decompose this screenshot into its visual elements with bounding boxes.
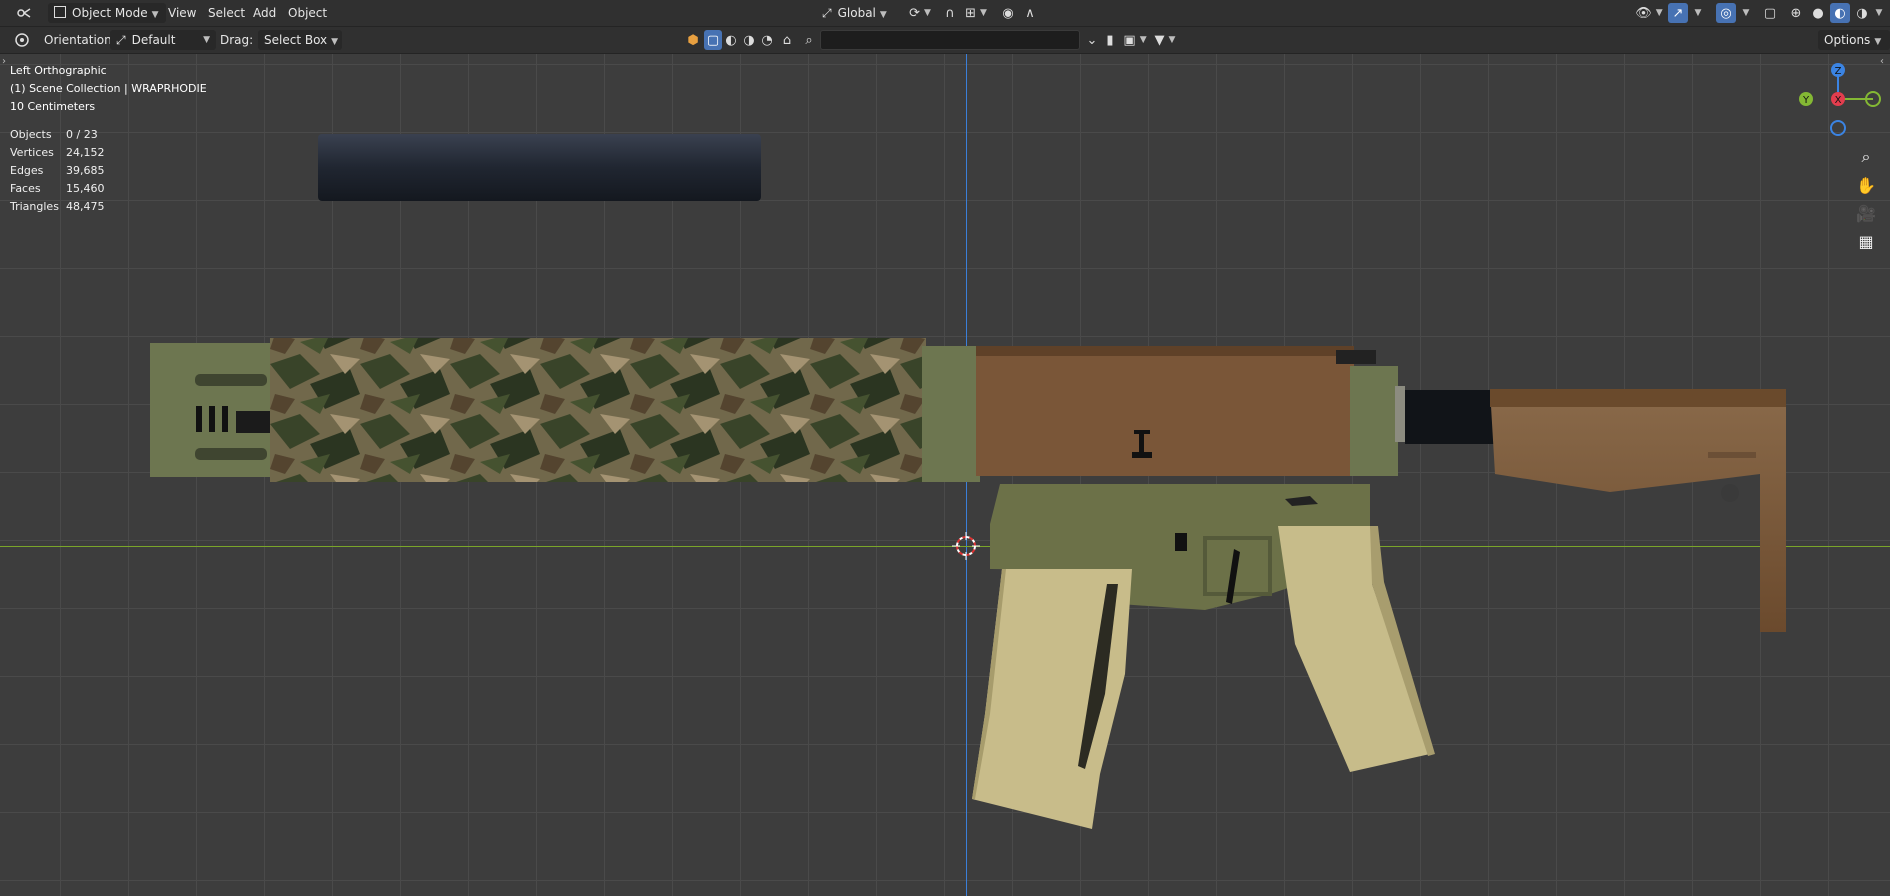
material-shading-icon[interactable]: ◐ <box>1830 3 1850 23</box>
3d-viewport[interactable]: Left Orthographic (1) Scene Collection |… <box>0 54 1890 896</box>
rendered-shading-icon[interactable]: ◑ <box>1852 3 1872 23</box>
chevron-down-icon: ▼ <box>151 10 159 20</box>
falloff-icon[interactable]: ∧ <box>1020 3 1040 23</box>
menu-view[interactable]: View <box>162 3 202 23</box>
menu-add[interactable]: Add <box>247 3 282 23</box>
light-filter-icon[interactable]: ◑ <box>740 30 758 50</box>
gizmo-z-negative-handle[interactable] <box>1830 120 1846 136</box>
sidebar-toggle-icon[interactable]: ‹ <box>1880 56 1884 67</box>
suppressor-part[interactable] <box>318 134 761 201</box>
grid-toggle-icon[interactable]: ▦ <box>1853 228 1879 254</box>
pan-hand-icon[interactable]: ✋ <box>1853 172 1879 198</box>
chevron-down-icon: ▼ <box>1874 37 1882 47</box>
chevron-down-icon[interactable]: ⌄ <box>1082 30 1102 50</box>
options-dropdown[interactable]: Options ▼ <box>1818 30 1890 50</box>
drag-value: Select Box <box>264 33 328 47</box>
drag-label: Drag: <box>220 33 254 47</box>
orientation-value: Default <box>131 33 176 47</box>
snap-target-icon[interactable]: ⊞ ▼ <box>962 3 990 23</box>
wireframe-shading-icon[interactable]: ⊕ <box>1786 3 1806 23</box>
filter-icon[interactable]: ▼ ▼ <box>1152 30 1178 50</box>
overlays-icon[interactable]: ◎ <box>1716 3 1736 23</box>
drag-dropdown[interactable]: Select Box ▼ <box>258 30 342 50</box>
visibility-icon[interactable]: 👁 ▼ <box>1634 3 1664 23</box>
chevron-down-icon: ▼ <box>879 10 887 20</box>
orientation-label: Orientation: <box>44 33 116 47</box>
world-filter-icon[interactable]: ◔ <box>758 30 776 50</box>
gizmo-z-label: Z <box>1835 66 1842 77</box>
menu-select[interactable]: Select <box>202 3 251 23</box>
search-icon: ⌕ <box>805 32 813 48</box>
viewport-header: Object Mode ▼ View Select Add Object ⤢ Glo… <box>0 0 1890 27</box>
material-filter-icon[interactable]: ◐ <box>722 30 740 50</box>
search-input[interactable] <box>820 30 1080 50</box>
chevron-down-icon[interactable]: ▼ <box>1690 3 1706 23</box>
mode-dropdown[interactable]: Object Mode ▼ <box>48 3 166 23</box>
pivot-icon[interactable]: ⟳ ▼ <box>906 3 934 23</box>
proportional-edit-icon[interactable]: ◉ <box>998 3 1018 23</box>
active-tool-icon[interactable] <box>12 30 32 50</box>
bookmark-icon[interactable]: ▮ <box>1100 30 1120 50</box>
buffer-tube[interactable] <box>1405 390 1495 444</box>
options-label: Options <box>1824 33 1871 47</box>
mode-label: Object Mode <box>72 6 148 20</box>
upper-receiver-brown[interactable] <box>976 346 1354 476</box>
gizmo-y-label: Y <box>1802 95 1810 106</box>
pistol-grip[interactable] <box>1278 526 1430 772</box>
chevron-down-icon[interactable]: ▼ <box>1738 3 1754 23</box>
transform-orientation-dropdown[interactable]: ⤢ Global ▼ <box>822 3 902 23</box>
gizmo-icon[interactable]: ↗ <box>1668 3 1688 23</box>
snap-icon[interactable]: ∩ <box>940 3 960 23</box>
camera-filter-icon[interactable]: ⌂ <box>778 30 796 50</box>
blender-window: Object Mode ▼ View Select Add Object ⤢ Glo… <box>0 0 1890 896</box>
collection-icon[interactable]: ⬢ <box>684 30 702 50</box>
chevron-down-icon[interactable]: ▼ <box>1872 3 1886 23</box>
orientation-label: Global <box>837 6 876 20</box>
orientation-icon: ⤢ <box>116 33 126 47</box>
orientation-icon: ⤢ <box>822 6 832 20</box>
chevron-down-icon: ▼ <box>203 35 210 45</box>
menu-object[interactable]: Object <box>282 3 333 23</box>
solid-shading-icon[interactable]: ● <box>1808 3 1828 23</box>
rifle-model[interactable] <box>0 54 1890 896</box>
tool-settings-bar: Orientation: ⤢ Default ▼ Drag: Select Box ▼… <box>0 27 1890 54</box>
view-icon[interactable]: ▣ ▼ <box>1122 30 1148 50</box>
orientation-dropdown[interactable]: ⤢ Default ▼ <box>110 30 216 50</box>
editor-type-icon[interactable] <box>10 3 40 23</box>
navigation-gizmo[interactable]: Z Y X <box>1798 60 1884 138</box>
camera-view-icon[interactable]: 🎥 <box>1853 200 1879 226</box>
upper-receiver-green[interactable] <box>922 346 980 482</box>
object-mode-icon <box>54 6 66 18</box>
3d-cursor[interactable] <box>952 532 980 560</box>
gizmo-x-label: X <box>1835 95 1842 106</box>
chevron-down-icon: ▼ <box>331 37 339 47</box>
stock[interactable] <box>1490 389 1786 632</box>
xray-icon[interactable]: ▢ <box>1760 3 1780 23</box>
object-filter-icon[interactable]: ▢ <box>704 30 722 50</box>
zoom-icon[interactable]: ⌕ <box>1853 144 1879 170</box>
toolbar-toggle-icon[interactable]: › <box>2 56 6 67</box>
